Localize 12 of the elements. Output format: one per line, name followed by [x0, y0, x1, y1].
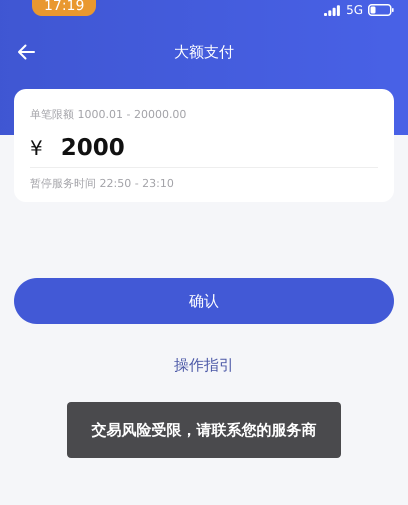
- limit-label: 单笔限额 1000.01 - 20000.00: [30, 107, 188, 123]
- back-arrow-icon: [17, 44, 35, 60]
- network-label: 5G: [346, 3, 363, 17]
- page-title: 大额支付: [174, 42, 234, 62]
- guide-link[interactable]: 操作指引: [174, 356, 234, 375]
- toast-message: 交易风险受限，请联系您的服务商: [67, 402, 341, 458]
- service-note: 暂停服务时间 22:50 - 23:10: [30, 176, 175, 192]
- currency-symbol: ¥: [30, 136, 43, 160]
- amount-field[interactable]: 2000: [60, 135, 125, 161]
- battery-icon: [368, 4, 394, 16]
- confirm-button[interactable]: 确认: [14, 278, 394, 324]
- signal-icon: [324, 4, 342, 16]
